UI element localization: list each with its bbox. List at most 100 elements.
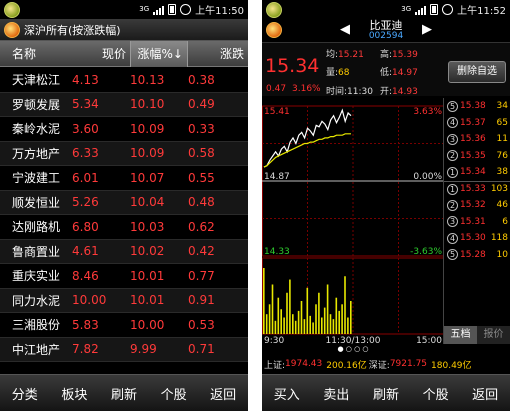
- sz-value: 7921.75: [389, 359, 428, 369]
- stock-change-pct: 10.03: [130, 219, 165, 234]
- stock-row[interactable]: 三湘股份 5.83 10.00 0.53: [0, 313, 248, 338]
- stock-row[interactable]: 秦岭水泥 3.60 10.09 0.33: [0, 117, 248, 142]
- page-indicator: ● ○ ○ ○: [337, 345, 369, 353]
- y-label-top: 15.41: [264, 107, 290, 117]
- battery-icon: [168, 4, 177, 15]
- stock-change: 0.58: [188, 146, 215, 161]
- status-time: 上午11:50: [195, 6, 244, 17]
- intraday-chart: 15.41 3.63% 14.87 0.00% 14.33 -3.63% 9:30 11:30…: [262, 98, 444, 346]
- stock-name: 三湘股份: [12, 318, 61, 333]
- bid-row: 3 15.31 6: [444, 214, 510, 231]
- price-change-pct: 3.16%: [292, 84, 321, 94]
- stock-row[interactable]: 万方地产 6.33 10.09 0.58: [0, 141, 248, 166]
- volume-bar: [318, 292, 320, 334]
- stock-name: 达刚路机: [12, 220, 61, 235]
- level-badge: 3: [447, 133, 458, 145]
- stock-change: 0.55: [188, 170, 215, 185]
- ask-row: 1 15.34 38: [444, 164, 510, 181]
- stock-price: 5.34: [72, 97, 99, 112]
- col-change[interactable]: 涨跌: [188, 45, 248, 62]
- bid-row: 4 15.30 118: [444, 230, 510, 247]
- toolbar-button[interactable]: 板块: [50, 384, 100, 403]
- stock-row[interactable]: 同力水泥 10.00 10.01 0.91: [0, 288, 248, 313]
- book-volume: 10: [496, 249, 508, 260]
- high-label: 高:: [380, 50, 393, 60]
- volume-bar: [347, 317, 349, 334]
- order-book: 5 15.38 34 4 15.37 65 3 15.36 11 2 15.35 76 1 15.34 38…: [443, 98, 510, 344]
- stock-detail-screen: 3G 上午11:52 ◀ 比亚迪 002594 ▶ 15.34 0.47 3.1…: [262, 0, 510, 411]
- volume-bar: [289, 279, 291, 334]
- status-bar: 3G 上午11:52: [262, 0, 510, 19]
- col-price[interactable]: 现价: [72, 45, 130, 62]
- level-badge: 1: [447, 183, 458, 195]
- ask-row: 2 15.35 76: [444, 148, 510, 165]
- toolbar-button[interactable]: 返回: [460, 384, 510, 403]
- stock-row[interactable]: 鲁商置业 4.61 10.02 0.42: [0, 239, 248, 264]
- stock-row[interactable]: 顺发恒业 5.26 10.04 0.48: [0, 190, 248, 215]
- book-volume: 76: [496, 150, 508, 161]
- book-price: 15.32: [460, 200, 486, 211]
- toolbar-button[interactable]: 个股: [149, 384, 199, 403]
- prev-stock-icon[interactable]: ◀: [340, 22, 350, 37]
- volume-bar: [312, 322, 314, 334]
- toolbar-button[interactable]: 卖出: [312, 384, 362, 403]
- level-badge: 5: [447, 100, 458, 112]
- stock-price: 10.00: [72, 293, 107, 308]
- stock-row[interactable]: 中江地产 7.82 9.99 0.71: [0, 337, 248, 362]
- col-change-pct[interactable]: 涨幅%↓: [130, 40, 188, 67]
- stock-row[interactable]: 达刚路机 6.80 10.03 0.62: [0, 215, 248, 240]
- signal-icon: [415, 5, 427, 15]
- level-badge: 4: [447, 232, 458, 244]
- stock-change-pct: 10.09: [130, 146, 165, 161]
- book-price: 15.34: [460, 167, 486, 178]
- col-name[interactable]: 名称: [0, 45, 72, 62]
- next-stock-icon[interactable]: ▶: [422, 22, 432, 37]
- toolbar-button[interactable]: 返回: [198, 384, 248, 403]
- pct-label-top: 3.63%: [413, 107, 442, 117]
- avg-label: 均:: [326, 50, 339, 60]
- stock-header: ◀ 比亚迪 002594 ▶: [262, 19, 510, 43]
- volume-bar: [323, 307, 326, 334]
- toolbar-button[interactable]: 刷新: [361, 384, 411, 403]
- stock-name: 秦岭水泥: [12, 122, 61, 137]
- stock-row[interactable]: 天津松江 4.13 10.13 0.38: [0, 68, 248, 93]
- level-badge: 2: [447, 199, 458, 211]
- stock-change-pct: 10.09: [130, 121, 165, 136]
- stock-price: 5.26: [72, 195, 99, 210]
- book-price: 15.30: [460, 233, 486, 244]
- stock-price: 7.82: [72, 342, 99, 357]
- stock-change-pct: 10.01: [130, 268, 165, 283]
- tab-quote[interactable]: 报价: [477, 326, 510, 344]
- volume-bar: [297, 310, 300, 334]
- stock-change-pct: 10.01: [130, 293, 165, 308]
- stock-name: 顺发恒业: [12, 195, 61, 210]
- alarm-icon: [442, 4, 454, 15]
- order-book-tabs: 五档 报价: [444, 326, 510, 344]
- toolbar-button[interactable]: 买入: [262, 384, 312, 403]
- vol-label: 量:: [326, 68, 339, 78]
- volume-bar: [332, 319, 335, 334]
- pct-label-mid: 0.00%: [413, 172, 442, 182]
- volume-bar: [277, 297, 280, 334]
- volume-bar: [335, 297, 338, 334]
- stock-row[interactable]: 重庆实业 8.46 10.01 0.77: [0, 264, 248, 289]
- toolbar-button[interactable]: 分类: [0, 384, 50, 403]
- volume-bar: [350, 301, 352, 334]
- list-title-bar: 深沪所有(按涨跌幅): [0, 19, 248, 41]
- stock-price: 4.13: [72, 72, 99, 87]
- stock-change-pct: 10.02: [130, 244, 165, 259]
- stock-row[interactable]: 宁波建工 6.01 10.07 0.55: [0, 166, 248, 191]
- toolbar-button[interactable]: 个股: [411, 384, 461, 403]
- sz-label: 深证:: [368, 360, 390, 371]
- stock-change-pct: 9.99: [130, 342, 157, 357]
- high-value: 15.39: [392, 50, 418, 60]
- tab-five-levels[interactable]: 五档: [444, 326, 477, 344]
- stock-name: 同力水泥: [12, 293, 61, 308]
- remove-watchlist-button[interactable]: 删除自选: [448, 61, 506, 83]
- x-label-end: 15:00: [416, 336, 442, 344]
- pct-label-bottom: -3.63%: [410, 247, 442, 257]
- avg-value: 15.21: [338, 50, 364, 60]
- stock-row[interactable]: 罗顿发展 5.34 10.10 0.49: [0, 92, 248, 117]
- app-logo-icon: [266, 1, 282, 18]
- toolbar-button[interactable]: 刷新: [99, 384, 149, 403]
